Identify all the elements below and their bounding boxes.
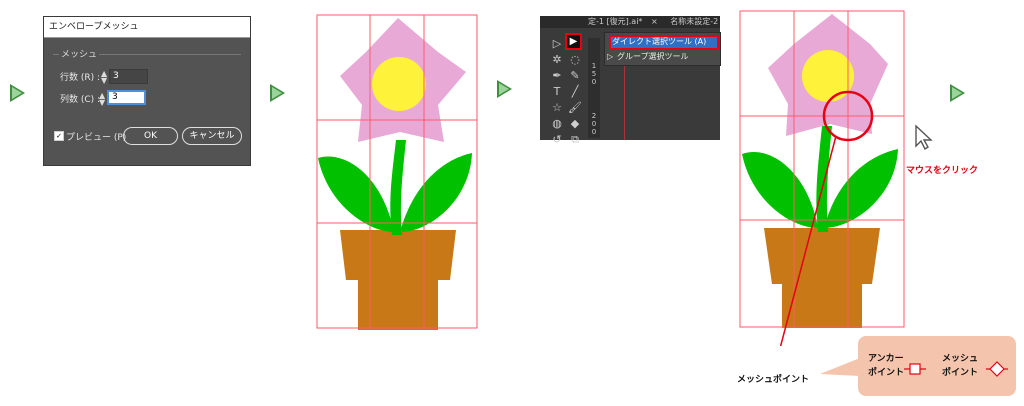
next-step-arrow-2 — [270, 84, 285, 102]
leaf-left — [742, 152, 818, 228]
columns-stepper-icon[interactable]: ▲ ▼ — [99, 92, 105, 107]
eraser-tool-icon[interactable]: ◆ — [568, 118, 582, 130]
leaf-left — [318, 156, 394, 232]
mesh-point-icon — [986, 361, 1008, 377]
leaf-right — [824, 149, 898, 228]
shaper-tool-icon[interactable]: ◍ — [550, 118, 564, 130]
flower-center — [802, 50, 854, 102]
leaf-right — [400, 153, 472, 232]
curvature-tool-icon[interactable]: ✎ — [568, 70, 582, 82]
ruler-mark-200: 2 0 0 — [591, 112, 597, 136]
point-legend-callout: アンカー ポイント メッシュ ポイント — [858, 336, 1016, 396]
tool-flyout-menu: ダイレクト選択ツール (A) ▷ グループ選択ツール — [604, 32, 721, 66]
tab-close-icon[interactable]: × — [651, 17, 658, 26]
flower-illustration — [318, 18, 472, 330]
mesh-point-label: メッシュポイント — [737, 375, 810, 385]
flower-artwork-mesh — [316, 14, 478, 330]
paintbrush-tool-icon[interactable]: 🖌 — [568, 102, 582, 114]
lasso-tool-icon[interactable]: ◌ — [568, 54, 582, 66]
group-selection-icon: ▷ — [607, 52, 614, 61]
next-step-arrow-1 — [10, 84, 25, 102]
mouse-cursor-icon — [915, 124, 933, 150]
ruler-mark-150: 1 5 0 — [591, 62, 597, 86]
selection-tool-icon[interactable]: ▷ — [550, 38, 564, 50]
menu-item-group-selection-label: グループ選択ツール — [617, 52, 689, 61]
scale-tool-icon[interactable]: ⧉ — [568, 134, 582, 146]
ok-button[interactable]: OK — [123, 127, 178, 145]
pot-rim — [764, 228, 880, 284]
type-tool-icon[interactable]: T — [550, 86, 564, 98]
magic-wand-tool-icon[interactable]: ✲ — [550, 54, 564, 66]
pen-tool-icon[interactable]: ✒ — [550, 70, 564, 82]
dialog-title: エンベロープメッシュ — [44, 17, 250, 38]
direct-selection-tool-icon[interactable]: ▶ — [565, 33, 582, 50]
line-tool-icon[interactable]: ╱ — [568, 86, 582, 98]
menu-item-group-selection[interactable]: ▷ グループ選択ツール — [605, 49, 720, 64]
menu-item-direct-selection-label: ダイレクト選択ツール (A) — [612, 37, 707, 46]
cancel-button[interactable]: キャンセル — [182, 127, 242, 145]
preview-label: プレビュー (P) — [66, 133, 127, 143]
flower-artwork-click — [739, 10, 905, 346]
preview-checkbox[interactable]: ✓ — [54, 131, 64, 141]
flower-illustration-2 — [742, 14, 898, 328]
rotate-tool-icon[interactable]: ↺ — [550, 134, 564, 146]
legend-anchor-label: アンカー ポイント — [868, 354, 905, 378]
tab-document-2[interactable]: 名称未設定-2 [ — [670, 17, 720, 26]
envelope-mesh-dialog: エンベロープメッシュ メッシュ 行数 (R) : ▲ ▼ 3 列数 (C) : ▲… — [43, 16, 251, 166]
flower-center — [372, 57, 426, 111]
tab-document-1[interactable]: 定-1 [復元].ai* — [588, 17, 642, 26]
vertical-ruler: 1 5 0 2 0 0 — [588, 38, 600, 138]
anchor-point-icon — [904, 363, 926, 375]
callout-tail — [820, 358, 860, 376]
rows-label: 行数 (R) : — [60, 73, 101, 83]
rows-stepper-icon[interactable]: ▲ ▼ — [101, 70, 107, 85]
columns-input[interactable]: 3 — [107, 90, 146, 105]
star-tool-icon[interactable]: ☆ — [550, 102, 564, 114]
legend-mesh-label: メッシュ ポイント — [942, 354, 979, 378]
columns-label: 列数 (C) : — [60, 95, 101, 105]
click-instruction-label: マウスをクリック — [906, 166, 979, 176]
menu-item-direct-selection[interactable]: ダイレクト選択ツール (A) — [605, 34, 720, 50]
mesh-group-label: メッシュ — [59, 47, 100, 60]
document-tabs: 定-1 [復元].ai* × 名称未設定-2 [ — [540, 16, 720, 28]
pot-rim — [340, 230, 456, 280]
rows-input[interactable]: 3 — [109, 69, 148, 84]
next-step-arrow-4 — [950, 84, 965, 102]
